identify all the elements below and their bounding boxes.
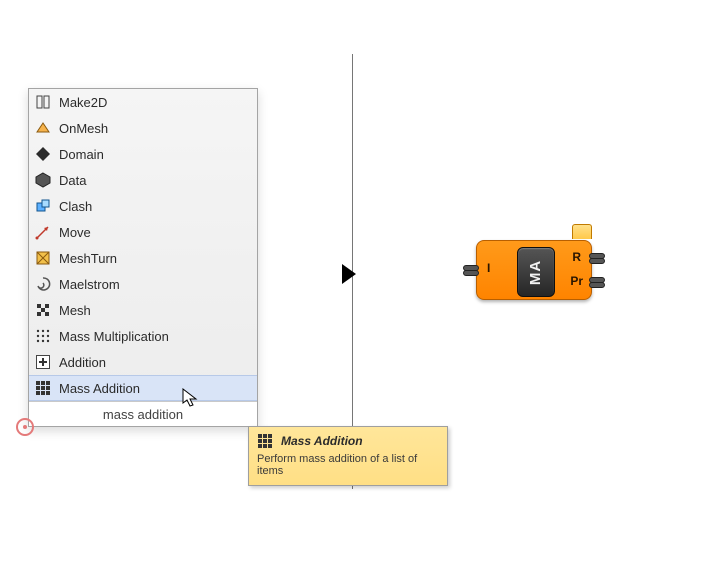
onmesh-icon <box>35 120 51 136</box>
popup-item-label: Make2D <box>59 95 107 110</box>
domain-icon <box>35 146 51 162</box>
popup-item-label: Move <box>59 225 91 240</box>
input-label-I: I <box>487 261 490 275</box>
popup-item-label: Mass Multiplication <box>59 329 169 344</box>
collapse-arrow-icon[interactable] <box>342 264 356 284</box>
popup-item-massmul[interactable]: Mass Multiplication <box>29 323 257 349</box>
output-grip-Pr[interactable] <box>589 277 605 289</box>
clash-icon <box>35 198 51 214</box>
popup-item-label: Domain <box>59 147 104 162</box>
popup-item-label: Mass Addition <box>59 381 140 396</box>
popup-item-clash[interactable]: Clash <box>29 193 257 219</box>
popup-item-label: Data <box>59 173 86 188</box>
popup-search[interactable] <box>29 401 257 426</box>
massmul-icon <box>35 328 51 344</box>
popup-item-onmesh[interactable]: OnMesh <box>29 115 257 141</box>
origin-marker-icon <box>16 418 34 436</box>
mesh-icon <box>35 302 51 318</box>
canvas[interactable]: { "popup": { "items": [ {"label":"Make2D… <box>0 0 712 564</box>
massadd-icon <box>35 380 51 396</box>
massadd-icon <box>257 433 273 449</box>
popup-item-mesh[interactable]: Mesh <box>29 297 257 323</box>
component-body[interactable]: I R Pr MA <box>476 240 592 300</box>
popup-item-label: OnMesh <box>59 121 108 136</box>
popup-item-label: Clash <box>59 199 92 214</box>
search-input[interactable] <box>38 406 247 423</box>
addition-icon <box>35 354 51 370</box>
component-core-label: MA <box>527 259 544 284</box>
move-icon <box>35 224 51 240</box>
popup-item-meshturn[interactable]: MeshTurn <box>29 245 257 271</box>
make2d-icon <box>35 94 51 110</box>
output-label-Pr: Pr <box>570 274 583 288</box>
popup-item-move[interactable]: Move <box>29 219 257 245</box>
component-tab <box>572 224 592 239</box>
popup-item-label: MeshTurn <box>59 251 117 266</box>
component-core[interactable]: MA <box>517 247 555 297</box>
output-label-R: R <box>572 250 581 264</box>
tooltip-description: Perform mass addition of a list of items <box>249 453 447 485</box>
popup-item-label: Mesh <box>59 303 91 318</box>
popup-item-maelstrom[interactable]: Maelstrom <box>29 271 257 297</box>
input-grip-I[interactable] <box>463 265 479 277</box>
data-icon <box>35 172 51 188</box>
popup-item-domain[interactable]: Domain <box>29 141 257 167</box>
output-grip-R[interactable] <box>589 253 605 265</box>
meshturn-icon <box>35 250 51 266</box>
maelstrom-icon <box>35 276 51 292</box>
popup-item-addition[interactable]: Addition <box>29 349 257 375</box>
popup-item-data[interactable]: Data <box>29 167 257 193</box>
tooltip-title: Mass Addition <box>281 434 363 448</box>
popup-item-label: Maelstrom <box>59 277 120 292</box>
popup-item-label: Addition <box>59 355 106 370</box>
tooltip: Mass Addition Perform mass addition of a… <box>248 426 448 486</box>
popup-item-massadd[interactable]: Mass Addition <box>29 375 257 401</box>
component-search-popup: Make2D OnMesh Domain Data Clash Move Mes… <box>28 88 258 427</box>
mass-addition-component[interactable]: I R Pr MA <box>476 240 592 300</box>
popup-item-make2d[interactable]: Make2D <box>29 89 257 115</box>
